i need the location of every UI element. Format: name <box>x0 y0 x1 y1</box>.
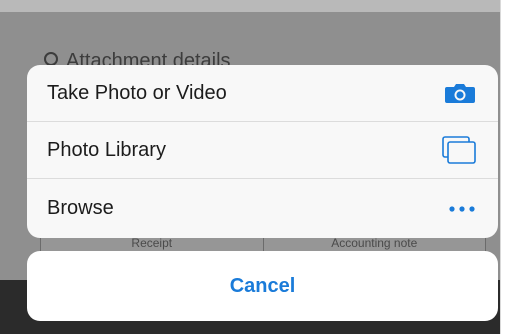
top-strip <box>0 0 500 12</box>
cancel-label: Cancel <box>229 274 296 297</box>
right-divider <box>500 0 501 334</box>
take-photo-or-video-option[interactable]: Take Photo or Video <box>27 65 498 122</box>
take-photo-or-video-label: Take Photo or Video <box>47 81 227 104</box>
more-dots-icon <box>442 194 476 224</box>
browse-label: Browse <box>47 197 114 219</box>
photo-library-option[interactable]: Photo Library <box>27 122 498 179</box>
cancel-button[interactable]: Cancel <box>27 251 498 321</box>
camera-icon <box>442 78 476 108</box>
photo-library-label: Photo Library <box>47 138 166 161</box>
photo-stack-icon <box>442 135 476 165</box>
action-sheet: Take Photo or Video Photo Library Browse <box>27 65 498 238</box>
browse-option[interactable]: Browse <box>27 179 498 238</box>
circle-icon <box>44 52 58 66</box>
